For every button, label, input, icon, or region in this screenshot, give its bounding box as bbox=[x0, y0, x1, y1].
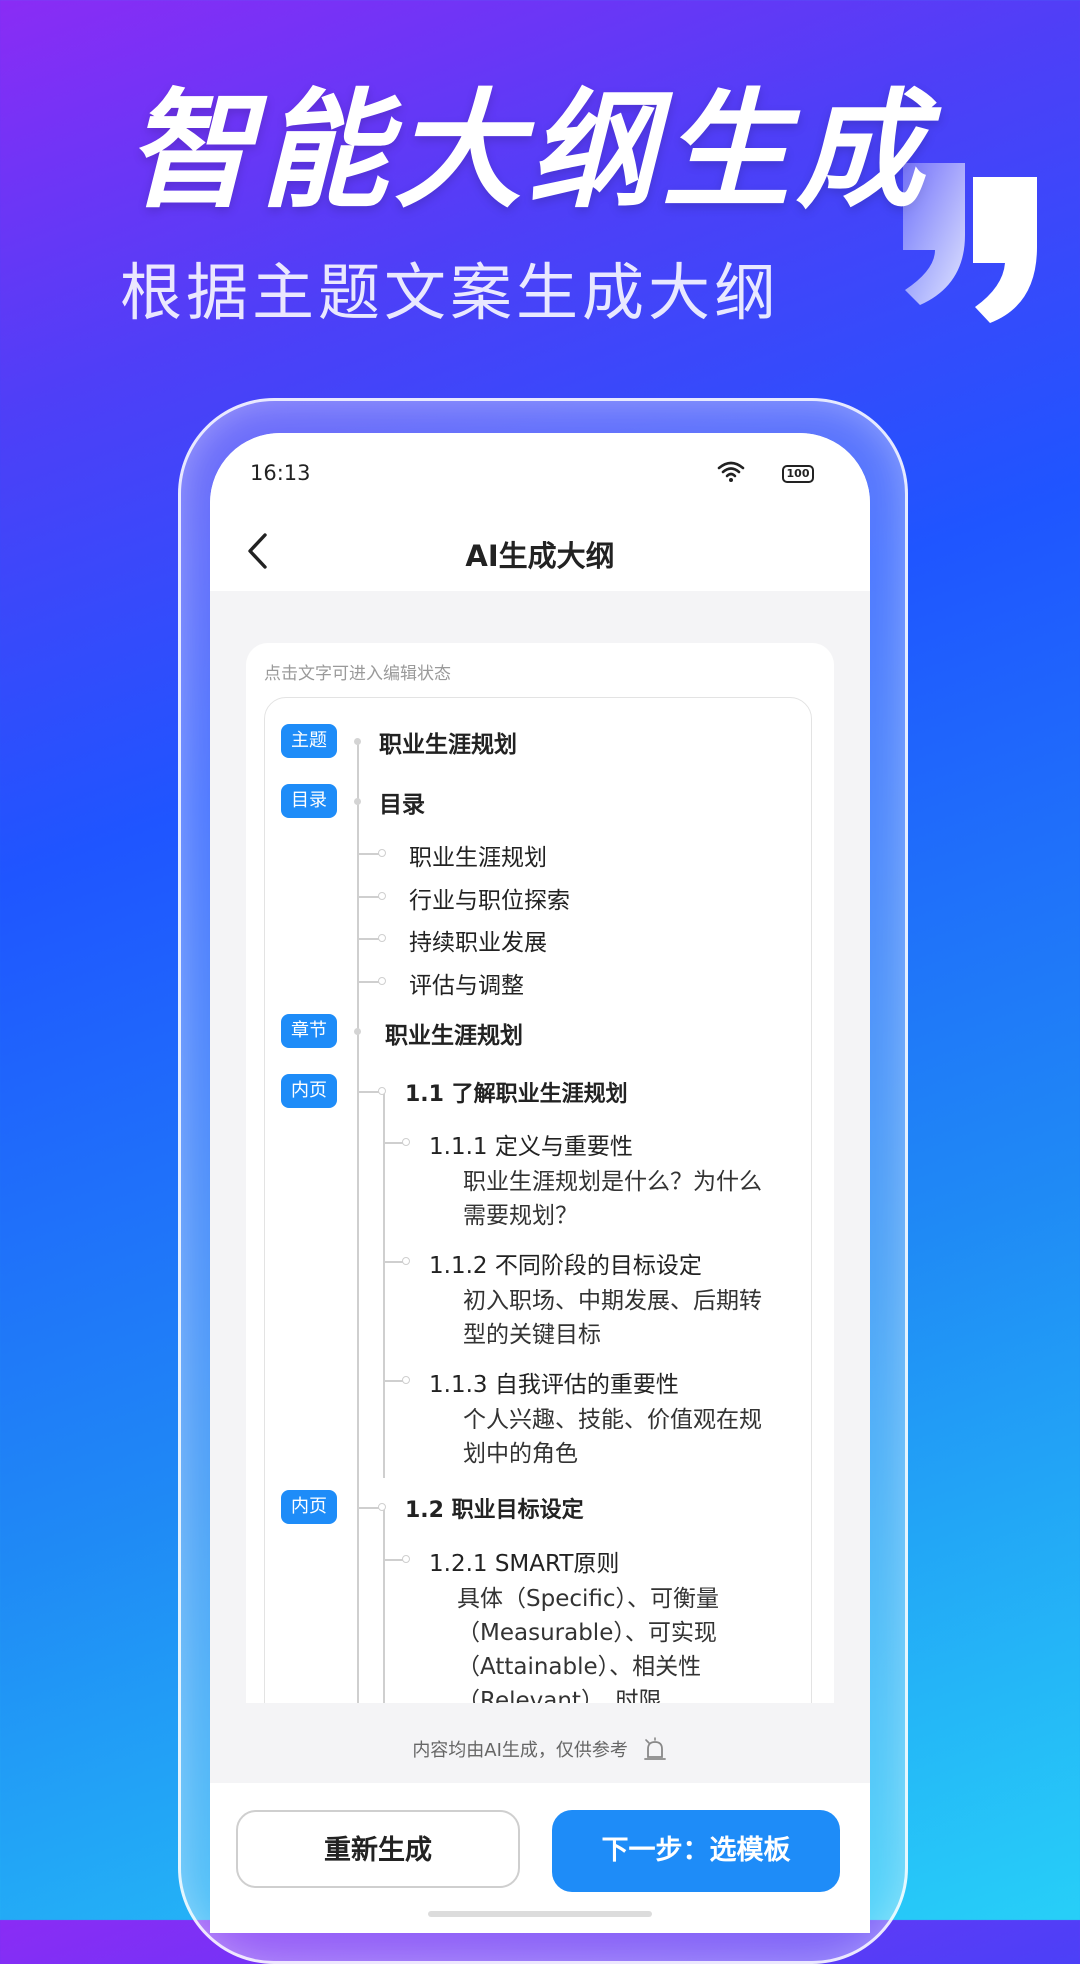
outline-node bbox=[402, 1376, 410, 1384]
tag-topic: 主题 bbox=[281, 724, 337, 758]
status-time: 16:13 bbox=[250, 461, 311, 485]
outline-section-title[interactable]: 1.1 了解职业生涯规划 bbox=[405, 1076, 628, 1108]
outline-toc-item[interactable]: 职业生涯规划 bbox=[409, 838, 547, 872]
hero-subtitle: 根据主题文案生成大纲 bbox=[120, 256, 781, 329]
outline-box: 主题 职业生涯规划 目录 目录 职业生涯规划 行业与职位探索 持续职业发展 评估… bbox=[264, 697, 812, 1703]
outline-node bbox=[378, 892, 386, 900]
outline-connector bbox=[358, 896, 380, 898]
outline-node bbox=[378, 934, 386, 942]
page-title: AI生成大纲 bbox=[465, 539, 615, 573]
outline-subsection-desc[interactable]: 职业生涯规划是什么？为什么需要规划？ bbox=[463, 1165, 763, 1233]
outline-trunk-line bbox=[357, 743, 359, 1703]
outline-toc-item[interactable]: 持续职业发展 bbox=[409, 923, 547, 957]
outline-tree: 主题 职业生涯规划 目录 目录 职业生涯规划 行业与职位探索 持续职业发展 评估… bbox=[265, 698, 811, 1703]
outline-node bbox=[402, 1555, 410, 1563]
outline-node bbox=[402, 1257, 410, 1265]
outline-node bbox=[402, 1138, 410, 1146]
nav-bar: AI生成大纲 bbox=[210, 513, 870, 591]
outline-subsection-title[interactable]: 1.1.1 定义与重要性 bbox=[429, 1127, 633, 1161]
outline-toc-item[interactable]: 评估与调整 bbox=[409, 966, 524, 1000]
outline-topic-text[interactable]: 职业生涯规划 bbox=[379, 725, 517, 759]
outline-subsection-desc[interactable]: 个人兴趣、技能、价值观在规划中的角色 bbox=[463, 1403, 763, 1471]
outline-subsection-desc[interactable]: 初入职场、中期发展、后期转型的关键目标 bbox=[463, 1284, 763, 1352]
outline-page-line bbox=[383, 1506, 385, 1703]
status-bar: 16:13 100 bbox=[210, 433, 870, 513]
outline-connector bbox=[384, 1380, 404, 1382]
outline-toc-item[interactable]: 行业与职位探索 bbox=[409, 881, 570, 915]
outline-connector bbox=[358, 1507, 380, 1509]
outline-node bbox=[354, 798, 361, 805]
next-step-button[interactable]: 下一步：选模板 bbox=[552, 1810, 840, 1892]
home-indicator bbox=[428, 1911, 652, 1917]
outline-node bbox=[378, 1087, 386, 1095]
battery-level: 100 bbox=[786, 467, 810, 480]
outline-connector bbox=[358, 981, 380, 983]
hero-title: 智能大纲生成 bbox=[126, 77, 931, 226]
outline-connector bbox=[384, 1261, 404, 1263]
edit-hint: 点击文字可进入编辑状态 bbox=[264, 664, 451, 684]
outline-page-line bbox=[383, 1093, 385, 1478]
ai-disclaimer: 内容均由AI生成，仅供参考 bbox=[210, 1736, 870, 1765]
quote-mark-icon bbox=[903, 163, 1037, 323]
outline-section-title[interactable]: 1.2 职业目标设定 bbox=[405, 1492, 584, 1524]
outline-subsection-title[interactable]: 1.1.3 自我评估的重要性 bbox=[429, 1365, 679, 1399]
regenerate-button[interactable]: 重新生成 bbox=[236, 1810, 520, 1888]
outline-node bbox=[378, 849, 386, 857]
bell-icon bbox=[643, 1737, 666, 1760]
tag-page: 内页 bbox=[281, 1074, 337, 1108]
ai-disclaimer-text: 内容均由AI生成，仅供参考 bbox=[412, 1740, 628, 1761]
tag-page: 内页 bbox=[281, 1490, 337, 1524]
battery-icon: 100 bbox=[782, 465, 814, 483]
wifi-icon bbox=[717, 461, 745, 482]
outline-connector bbox=[358, 853, 380, 855]
outline-node bbox=[354, 738, 361, 745]
tag-toc: 目录 bbox=[281, 784, 337, 818]
outline-connector bbox=[384, 1559, 404, 1561]
outline-subsection-title[interactable]: 1.1.2 不同阶段的目标设定 bbox=[429, 1246, 702, 1280]
outline-subsection-title[interactable]: 1.2.1 SMART原则 bbox=[429, 1544, 619, 1578]
outline-node bbox=[378, 977, 386, 985]
phone-screen: 16:13 100 AI生成大纲 点击文字可进入编辑状态 主题 职业生涯规划 目… bbox=[210, 433, 870, 1933]
outline-connector bbox=[384, 1142, 404, 1144]
outline-toc-text[interactable]: 目录 bbox=[379, 785, 425, 819]
outline-subsection-desc[interactable]: 具体（Specific）、可衡量（Measurable）、可实现（Attaina… bbox=[457, 1582, 757, 1703]
tag-chapter: 章节 bbox=[281, 1014, 337, 1048]
outline-node bbox=[354, 1028, 361, 1035]
outline-connector bbox=[358, 1091, 380, 1093]
outline-chapter-text[interactable]: 职业生涯规划 bbox=[385, 1016, 523, 1050]
outline-card: 点击文字可进入编辑状态 主题 职业生涯规划 目录 目录 职业生涯规划 行业与职位… bbox=[246, 643, 834, 1703]
outline-node bbox=[378, 1503, 386, 1511]
bottom-action-bar: 重新生成 下一步：选模板 bbox=[210, 1783, 870, 1933]
outline-connector bbox=[358, 938, 380, 940]
